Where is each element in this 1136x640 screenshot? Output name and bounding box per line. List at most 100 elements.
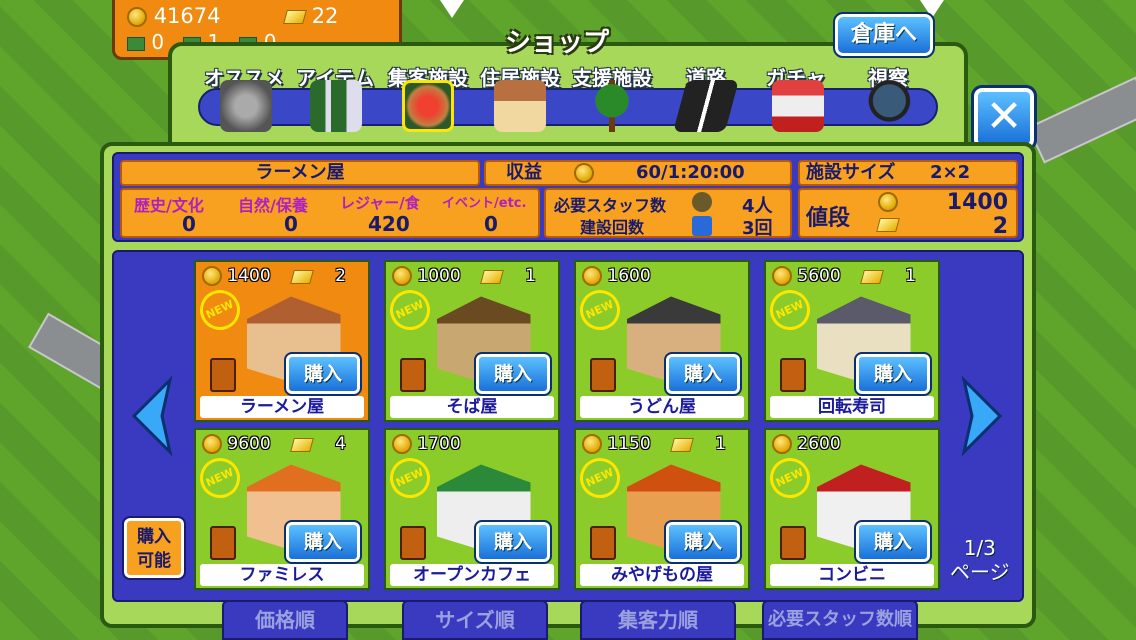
sort-by-price-tab[interactable]: 価格順 <box>222 600 348 640</box>
sort-by-size-tab[interactable]: サイズ順 <box>402 600 548 640</box>
buy-button[interactable]: 購入 <box>474 352 552 396</box>
coin-icon <box>202 434 222 454</box>
item-price: 9600 <box>202 434 271 454</box>
gold-icon <box>670 438 694 452</box>
buy-button[interactable]: 購入 <box>664 520 742 564</box>
coin-icon <box>772 434 792 454</box>
income-label: 収益 <box>506 162 542 183</box>
clipboard-icon[interactable] <box>210 358 236 392</box>
stat-value-event: 0 <box>484 212 498 236</box>
buy-button[interactable]: 購入 <box>854 520 932 564</box>
prev-page-arrow-icon[interactable] <box>130 376 174 456</box>
buy-button[interactable]: 購入 <box>664 352 742 396</box>
item-card[interactable]: 1400 2 NEW 購入 ラーメン屋 <box>193 260 370 422</box>
clipboard-icon[interactable] <box>400 358 426 392</box>
gold-icon <box>290 270 314 284</box>
item-card[interactable]: 5600 1 NEW 購入 回転寿司 <box>763 260 940 422</box>
bottles-icon[interactable] <box>310 80 362 132</box>
stat-value-history: 0 <box>182 212 196 236</box>
coin-icon <box>127 7 147 27</box>
coin-icon <box>392 266 412 286</box>
new-badge: NEW <box>193 283 247 337</box>
sort-by-staff-tab[interactable]: 必要スタッフ数順 <box>762 600 918 640</box>
thumbs-up-icon[interactable] <box>220 80 272 132</box>
shop-title: ショップ <box>505 28 610 58</box>
clipboard-icon[interactable] <box>210 526 236 560</box>
price-coins: 1400 <box>946 190 1008 215</box>
stat-value-nature: 0 <box>284 212 298 236</box>
item-price: 1700 <box>392 434 461 454</box>
item-card[interactable]: 2600 NEW 購入 コンビニ <box>763 428 940 590</box>
purchasable-filter-button[interactable]: 購入 可能 <box>122 516 186 580</box>
staff-label: 必要スタッフ数 <box>554 196 667 215</box>
item-name: みやげもの屋 <box>580 564 744 586</box>
warehouse-button[interactable]: 倉庫へ <box>833 12 935 58</box>
item-name: うどん屋 <box>580 396 744 418</box>
page-number: 1/3 <box>963 536 996 560</box>
stat-label-leisure: レジャー/食 <box>340 194 420 212</box>
coin-count: 41674 <box>153 4 221 28</box>
item-price: 1400 <box>202 266 271 286</box>
buy-button[interactable]: 購入 <box>284 352 362 396</box>
close-button[interactable]: ✕ <box>971 85 1037 151</box>
stat-label-event: イベント/etc. <box>442 196 527 211</box>
coin-icon <box>582 266 602 286</box>
item-card[interactable]: 1150 1 NEW 購入 みやげもの屋 <box>573 428 750 590</box>
clipboard-icon[interactable] <box>400 526 426 560</box>
next-page-arrow-icon[interactable] <box>960 376 1004 456</box>
item-card[interactable]: 1000 1 NEW 購入 そば屋 <box>383 260 560 422</box>
clipboard-icon[interactable] <box>590 526 616 560</box>
item-name: コンビニ <box>770 564 934 586</box>
magnifier-icon[interactable] <box>866 80 918 132</box>
item-gold-price: 2 <box>335 266 346 286</box>
buy-button[interactable]: 購入 <box>854 352 932 396</box>
new-badge: NEW <box>193 451 247 505</box>
house-icon[interactable] <box>494 80 546 132</box>
price-gold: 2 <box>992 214 1008 239</box>
page-indicator: 1/3 ページ <box>950 536 1010 584</box>
ramen-bowl-icon[interactable] <box>402 80 454 132</box>
clipboard-icon[interactable] <box>590 358 616 392</box>
facility-name: ラーメン屋 <box>255 162 345 183</box>
gold-count: 22 <box>311 4 339 28</box>
stat-value-leisure: 420 <box>368 212 410 236</box>
sort-by-attraction-tab[interactable]: 集客力順 <box>580 600 736 640</box>
category-bar <box>198 88 938 126</box>
coin-icon <box>574 163 594 183</box>
buy-button[interactable]: 購入 <box>284 520 362 564</box>
item-name: オープンカフェ <box>390 564 554 586</box>
clipboard-icon[interactable] <box>780 358 806 392</box>
coin-icon <box>582 434 602 454</box>
size-value: 2×2 <box>930 162 971 183</box>
new-badge: NEW <box>383 283 437 337</box>
gold-icon <box>480 270 504 284</box>
ticket-icon <box>127 36 145 51</box>
page-label: ページ <box>950 560 1010 584</box>
item-price: 2600 <box>772 434 841 454</box>
gacha-machine-icon[interactable] <box>772 80 824 132</box>
item-gold-price: 1 <box>525 266 536 286</box>
gold-icon <box>290 438 314 452</box>
item-price: 5600 <box>772 266 841 286</box>
price-label: 値段 <box>806 206 851 231</box>
clipboard-icon[interactable] <box>780 526 806 560</box>
item-card[interactable]: 1600 NEW 購入 うどん屋 <box>573 260 750 422</box>
build-label: 建設回数 <box>580 218 645 237</box>
item-price: 1000 <box>392 266 461 286</box>
gold-icon <box>860 270 884 284</box>
item-gold-price: 4 <box>335 434 346 454</box>
tree-icon[interactable] <box>586 80 638 132</box>
new-badge: NEW <box>763 283 817 337</box>
item-card[interactable]: 1700 NEW 購入 オープンカフェ <box>383 428 560 590</box>
item-name: ファミレス <box>200 564 364 586</box>
facility-info-panel: ラーメン屋 収益 60/1:20:00 施設サイズ 2×2 歴史/文化 自然/保… <box>112 152 1024 242</box>
gold-icon <box>876 218 900 232</box>
new-badge: NEW <box>573 283 627 337</box>
build-value: 3回 <box>742 218 773 239</box>
item-name: 回転寿司 <box>770 396 934 418</box>
staff-icon <box>692 192 712 212</box>
stats-box: 歴史/文化 自然/保養 レジャー/食 イベント/etc. 0 0 420 0 <box>120 188 540 238</box>
coin-icon <box>878 192 898 212</box>
item-card[interactable]: 9600 4 NEW 購入 ファミレス <box>193 428 370 590</box>
buy-button[interactable]: 購入 <box>474 520 552 564</box>
